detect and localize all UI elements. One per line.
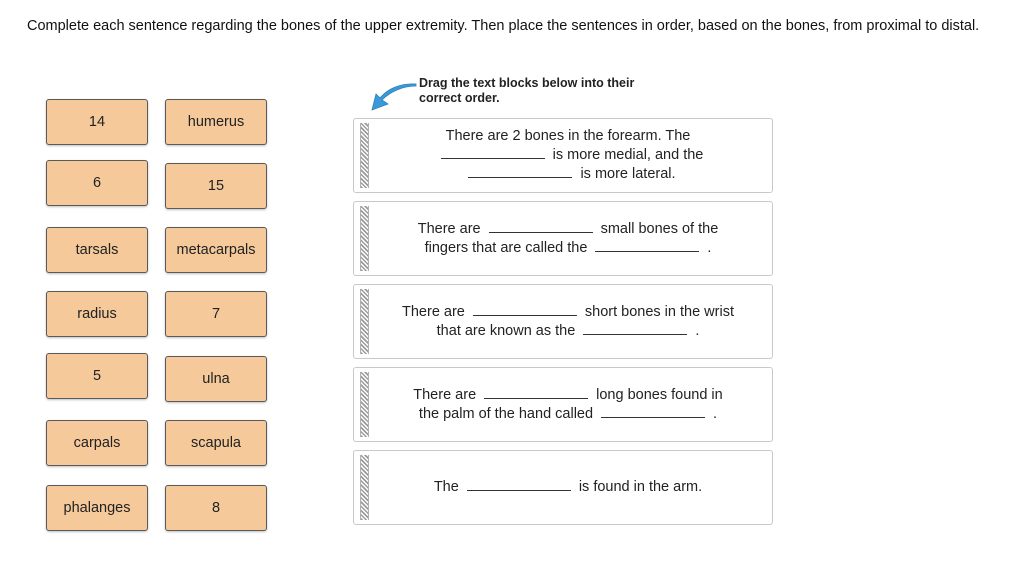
answer-blank[interactable] bbox=[601, 405, 706, 418]
word-tile[interactable]: 5 bbox=[46, 353, 148, 399]
word-tile[interactable]: tarsals bbox=[46, 227, 148, 273]
answer-blank[interactable] bbox=[468, 165, 573, 178]
sentence-block[interactable]: There are short bones in the wrist that a… bbox=[353, 284, 773, 359]
drag-handle-icon[interactable] bbox=[360, 123, 369, 188]
drag-handle-icon[interactable] bbox=[360, 372, 369, 437]
sentence-block[interactable]: The is found in the arm. bbox=[353, 450, 773, 525]
answer-blank[interactable] bbox=[440, 146, 545, 159]
word-tile[interactable]: carpals bbox=[46, 420, 148, 466]
answer-blank[interactable] bbox=[488, 220, 593, 233]
word-tile[interactable]: humerus bbox=[165, 99, 267, 145]
word-tile[interactable]: 15 bbox=[165, 163, 267, 209]
word-tile[interactable]: ulna bbox=[165, 356, 267, 402]
answer-blank[interactable] bbox=[472, 303, 577, 316]
sentence-text: There are short bones in the wrist that a… bbox=[402, 303, 734, 339]
answer-blank[interactable] bbox=[484, 386, 589, 399]
word-tile[interactable]: radius bbox=[46, 291, 148, 337]
drag-handle-icon[interactable] bbox=[360, 455, 369, 520]
sentence-block[interactable]: There are 2 bones in the forearm. The is… bbox=[353, 118, 773, 193]
sentence-block[interactable]: There are small bones of the fingers that… bbox=[353, 201, 773, 276]
word-tile[interactable]: 7 bbox=[165, 291, 267, 337]
drag-handle-icon[interactable] bbox=[360, 289, 369, 354]
question-page: Complete each sentence regarding the bon… bbox=[0, 0, 1024, 574]
answer-blank[interactable] bbox=[466, 478, 571, 491]
instructions-text: Complete each sentence regarding the bon… bbox=[27, 18, 980, 34]
arrow-icon bbox=[371, 83, 417, 111]
drag-handle-icon[interactable] bbox=[360, 206, 369, 271]
word-tile[interactable]: scapula bbox=[165, 420, 267, 466]
sentence-text: The is found in the arm. bbox=[433, 478, 703, 495]
sentence-text: There are long bones found in the palm of… bbox=[413, 386, 723, 422]
word-tile[interactable]: 8 bbox=[165, 485, 267, 531]
sentence-text: There are small bones of the fingers that… bbox=[417, 220, 719, 256]
word-tile[interactable]: metacarpals bbox=[165, 227, 267, 273]
sentence-text: There are 2 bones in the forearm. The is… bbox=[374, 119, 762, 192]
sentence-block[interactable]: There are long bones found in the palm of… bbox=[353, 367, 773, 442]
drag-hint: Drag the text blocks below into their co… bbox=[419, 76, 635, 105]
answer-blank[interactable] bbox=[595, 239, 700, 252]
word-tile[interactable]: phalanges bbox=[46, 485, 148, 531]
word-tile[interactable]: 6 bbox=[46, 160, 148, 206]
answer-blank[interactable] bbox=[583, 322, 688, 335]
word-tile[interactable]: 14 bbox=[46, 99, 148, 145]
